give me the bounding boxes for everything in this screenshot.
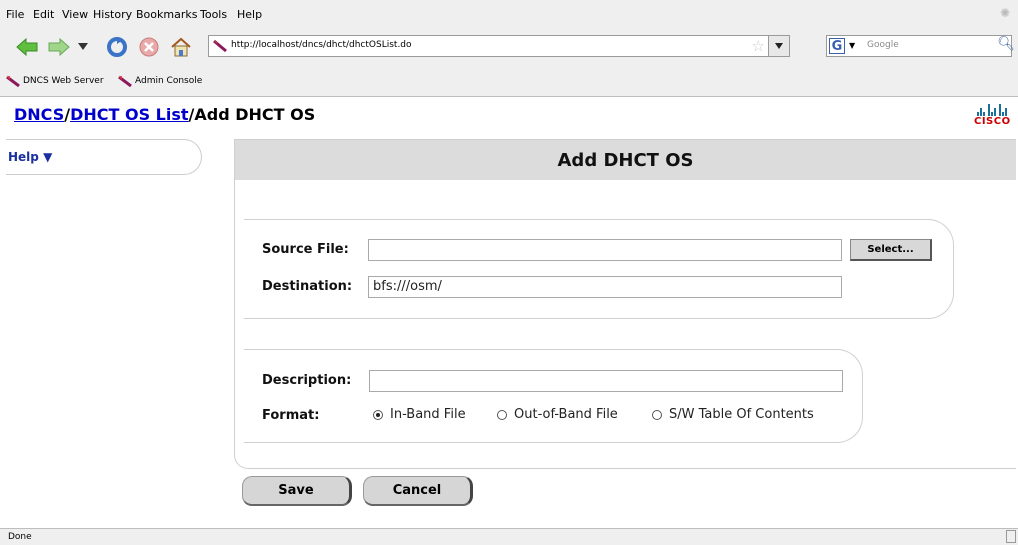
menu-bookmarks[interactable]: Bookmarks (136, 8, 197, 21)
cisco-wordmark: CISCO (974, 116, 1011, 127)
url-dropdown-button[interactable] (768, 36, 789, 56)
menu-view[interactable]: View (62, 8, 88, 21)
back-button[interactable] (14, 34, 40, 60)
menu-tools[interactable]: Tools (200, 8, 227, 21)
menu-file[interactable]: File (6, 8, 24, 21)
format-option-outofband[interactable]: Out-of-Band File (497, 407, 618, 422)
back-arrow-icon (16, 38, 38, 56)
status-text: Done (8, 532, 32, 542)
home-icon (171, 37, 191, 57)
url-text: http://localhost/dncs/dhct/dhctOSList.do (231, 40, 412, 50)
url-bar[interactable]: http://localhost/dncs/dhct/dhctOSList.do… (208, 35, 790, 57)
bookmarks-toolbar: DNCS Web Server Admin Console (0, 64, 1018, 97)
throbber-icon: ✺ (1000, 6, 1011, 20)
bookmark-label: DNCS Web Server (23, 76, 104, 86)
radio-unselected-icon[interactable] (652, 409, 662, 420)
file-group (244, 219, 954, 319)
bookmark-dncs-web-server[interactable]: DNCS Web Server (6, 75, 104, 87)
select-file-button[interactable]: Select... (850, 239, 932, 261)
menu-history[interactable]: History (93, 8, 132, 21)
destination-input[interactable]: bfs:///osm/ (368, 276, 842, 298)
bookmark-star-icon[interactable]: ☆ (752, 37, 765, 55)
radio-unselected-icon[interactable] (497, 409, 507, 420)
breadcrumb-link-dhct-os-list[interactable]: DHCT OS List (70, 105, 188, 124)
source-file-label: Source File: (262, 242, 349, 257)
stop-icon (139, 37, 159, 57)
home-button[interactable] (168, 34, 194, 60)
forward-arrow-icon (48, 38, 70, 56)
menu-help[interactable]: Help (237, 8, 262, 21)
radio-label: Out-of-Band File (514, 407, 618, 422)
breadcrumb-link-dncs[interactable]: DNCS (14, 105, 64, 124)
site-favicon-icon (213, 39, 227, 53)
description-label: Description: (262, 373, 352, 388)
radio-label: S/W Table Of Contents (669, 407, 814, 422)
feather-icon (6, 75, 20, 87)
description-input[interactable] (369, 370, 843, 392)
source-file-input[interactable] (368, 239, 842, 261)
menu-edit[interactable]: Edit (33, 8, 54, 21)
feather-icon (118, 75, 132, 87)
radio-selected-icon[interactable] (373, 409, 383, 420)
cisco-logo: CISCO (974, 104, 1010, 127)
search-input[interactable]: Google (867, 40, 899, 50)
reload-button[interactable] (104, 34, 130, 60)
search-icon[interactable]: 🔍︎ (997, 36, 1015, 52)
status-bar: Done (0, 528, 1018, 545)
bookmark-label: Admin Console (135, 76, 203, 86)
forward-button[interactable] (46, 34, 72, 60)
format-option-inband[interactable]: In-Band File (373, 407, 466, 422)
help-menu-toggle[interactable]: Help ▼ (8, 150, 52, 164)
panel-header: Add DHCT OS (235, 140, 1016, 180)
navigation-toolbar: http://localhost/dncs/dhct/dhctOSList.do… (0, 30, 1018, 65)
history-dropdown[interactable] (76, 34, 90, 60)
search-engine-dropdown-icon[interactable]: ▼ (849, 41, 855, 50)
reload-icon (107, 37, 127, 57)
destination-label: Destination: (262, 279, 353, 294)
save-button[interactable]: Save (242, 476, 352, 506)
bookmark-admin-console[interactable]: Admin Console (118, 75, 202, 87)
breadcrumb: DNCS/DHCT OS List/Add DHCT OS (14, 105, 315, 124)
search-bar[interactable]: G ▼ Google 🔍︎ (826, 35, 1015, 57)
google-engine-icon[interactable]: G (829, 38, 845, 54)
panel-title: Add DHCT OS (557, 150, 694, 171)
help-panel: Help ▼ (6, 139, 202, 175)
chevron-down-icon (78, 43, 88, 50)
radio-label: In-Band File (390, 407, 466, 422)
breadcrumb-current: Add DHCT OS (194, 105, 316, 124)
stop-button[interactable] (136, 34, 162, 60)
menu-bar: File Edit View History Bookmarks Tools H… (0, 0, 1018, 30)
cancel-button[interactable]: Cancel (363, 476, 473, 506)
format-label: Format: (262, 408, 320, 423)
cisco-bars-icon (974, 104, 1010, 116)
resize-grip[interactable] (1006, 530, 1016, 543)
details-group (244, 349, 863, 443)
chevron-down-icon (775, 43, 783, 49)
format-option-sw-toc[interactable]: S/W Table Of Contents (652, 407, 814, 422)
